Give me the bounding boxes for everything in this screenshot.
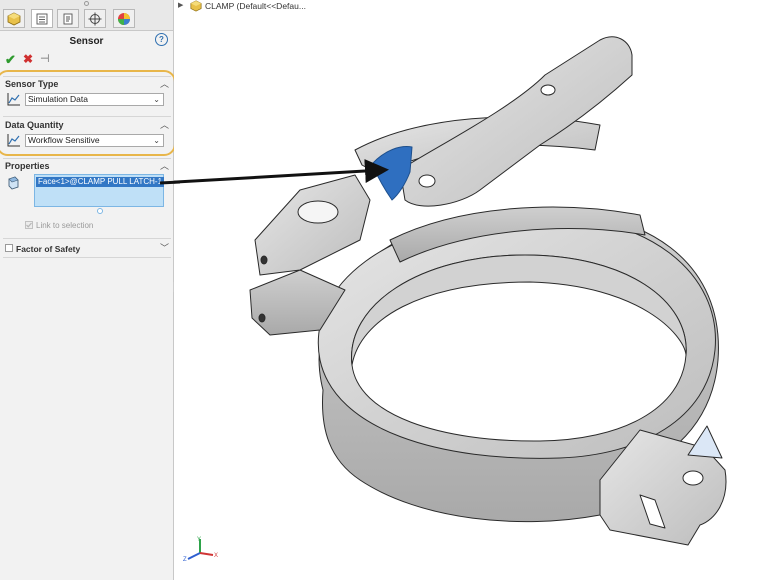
selection-item[interactable]: Face<1>@CLAMP PULL LATCH-1 [36,177,165,187]
section-divider [3,238,171,239]
configuration-icon [63,13,73,25]
svg-text:X: X [214,553,218,559]
collapse-caret-icon[interactable]: ︿ [160,118,169,131]
right-hinge-face-highlight [687,425,723,459]
sensor-graph-icon [6,133,21,148]
section-divider [3,116,171,117]
sensor-type-select[interactable]: Simulation Data ⌄ [25,93,164,106]
face-selection-icon [6,175,21,190]
list-resize-handle[interactable] [97,208,103,214]
section-divider [3,158,171,159]
tab-feature-tree[interactable] [3,9,25,28]
data-quantity-select[interactable]: Workflow Sensitive ⌄ [25,134,164,147]
collapse-caret-icon[interactable]: ︿ [160,77,169,90]
right-hinge-hole [682,470,704,486]
sensor-type-header: Sensor Type [5,79,59,89]
tab-configuration-manager[interactable] [57,9,79,28]
property-manager-panel: Sensor ? ✔ ✖ ⊣ Sensor Type ︿ Simulation … [0,0,176,580]
properties-header: Properties [5,161,50,171]
dimxpert-icon [88,12,102,26]
factor-of-safety-checkbox[interactable] [5,244,13,252]
link-to-selection-checkbox[interactable] [25,221,33,229]
svg-text:Z: Z [183,557,187,563]
upper-lug-slot [297,200,339,224]
panel-tab-bar [0,0,173,31]
tab-property-manager[interactable] [31,9,53,28]
chevron-down-icon: ⌄ [153,136,160,145]
upper-left-lug [254,174,371,276]
appearance-icon [118,13,130,25]
sensor-type-value: Simulation Data [28,94,89,104]
panel-grip-handle[interactable] [84,1,89,6]
latch-pivot-hole [540,84,556,96]
cancel-button[interactable]: ✖ [23,52,33,66]
panel-title: Sensor [69,36,104,47]
selection-list[interactable]: Face<1>@CLAMP PULL LATCH-1 [34,174,165,207]
data-quantity-header: Data Quantity [5,120,64,130]
axis-triad-icon: Y Z X [183,537,218,563]
help-icon[interactable]: ? [155,33,168,46]
tab-display-manager[interactable] [113,9,135,28]
section-divider [3,257,171,258]
collapse-caret-icon[interactable]: ︿ [160,159,169,172]
svg-text:Y: Y [197,537,201,543]
clamp-model[interactable] [174,0,780,580]
check-icon [26,222,32,228]
latch-link-hole [418,174,436,188]
chevron-down-icon: ⌄ [153,95,160,104]
factor-of-safety-label: Factor of Safety [16,244,81,254]
section-divider [3,76,171,77]
ok-button[interactable]: ✔ [5,52,16,68]
part-icon [7,12,21,26]
tab-dimxpert-manager[interactable] [84,9,106,28]
lower-lug-hole [258,313,266,323]
sensor-graph-icon [6,92,21,107]
link-to-selection-label: Link to selection [36,221,94,230]
upper-lug-hole [260,255,268,265]
property-manager-icon [36,13,48,25]
data-quantity-value: Workflow Sensitive [28,135,100,145]
leader-arrow-tail [159,180,180,185]
pushpin-icon[interactable]: ⊣ [40,52,50,65]
expand-caret-icon[interactable]: ﹀ [160,241,169,254]
